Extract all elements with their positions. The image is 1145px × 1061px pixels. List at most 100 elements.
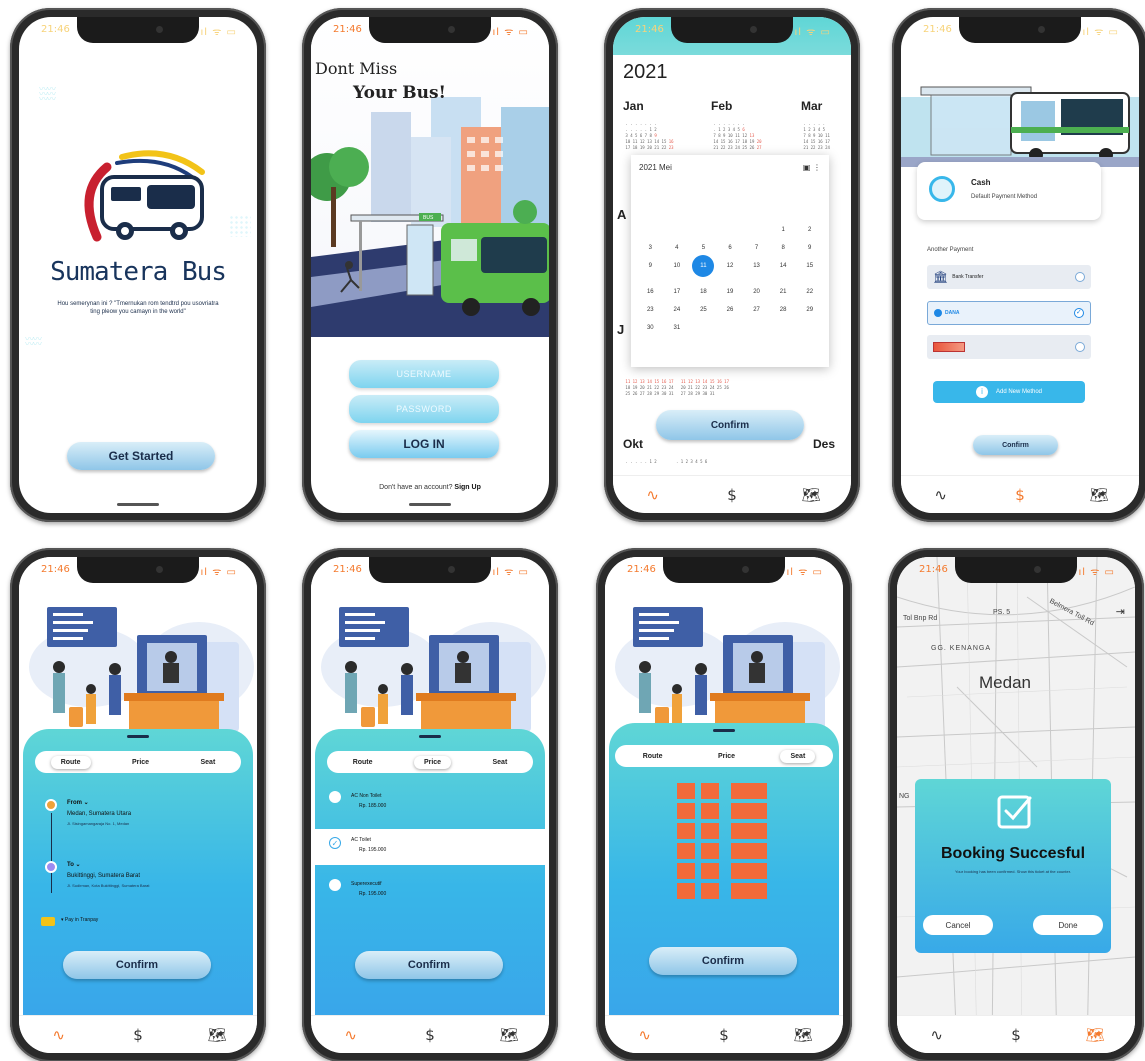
drag-handle[interactable] [713,729,735,732]
date-cell[interactable]: 25 [690,307,717,313]
month-mar[interactable]: Mar [801,99,822,113]
date-cell[interactable]: 7 [743,245,770,251]
map-icon[interactable]: 🗺 [1084,486,1114,504]
check-icon[interactable]: ✓ [329,837,341,849]
month-feb[interactable]: Feb [711,99,732,113]
done-button[interactable]: Done [1033,915,1103,935]
date-cell[interactable]: 21 [770,289,797,295]
tab-price[interactable]: Price [708,750,745,763]
dollar-icon[interactable]: $ [123,1026,153,1044]
activity-icon[interactable]: ∿ [638,486,668,504]
seat[interactable] [731,803,749,819]
month-des[interactable]: Des [813,437,835,451]
map-icon[interactable]: 🗺 [1080,1026,1110,1044]
seat[interactable] [731,783,749,799]
tab-seat[interactable]: Seat [780,750,815,763]
seat[interactable] [701,843,719,859]
dollar-icon[interactable]: $ [1001,1026,1031,1044]
date-cell[interactable]: 23 [637,307,664,313]
seat[interactable] [749,823,767,839]
seat[interactable] [749,843,767,859]
month-jan[interactable]: Jan [623,99,644,113]
date-cell[interactable]: 26 [717,307,744,313]
price-option-2[interactable]: ✓ AC Toilet Rp. 195.000 [311,829,549,865]
map-icon[interactable]: 🗺 [788,1026,818,1044]
date-cell[interactable]: 16 [637,289,664,295]
default-payment-card[interactable]: Cash Default Payment Method [917,162,1101,220]
map-icon[interactable]: 🗺 [202,1026,232,1044]
seat[interactable] [701,823,719,839]
confirm-button[interactable]: Confirm [649,947,797,975]
tab-seat[interactable]: Seat [482,756,517,769]
date-cell[interactable]: 18 [690,289,717,295]
date-cell[interactable]: 3 [637,245,664,251]
seat[interactable] [677,803,695,819]
seat[interactable] [677,883,695,899]
seat[interactable] [701,883,719,899]
tab-route[interactable]: Route [343,756,383,769]
seat[interactable] [677,843,695,859]
date-cell[interactable]: 15 [796,263,823,277]
date-cell[interactable]: 24 [664,307,691,313]
date-picker-dialog[interactable]: 2021 Mei ▣ ⋮ 1 2 3 4 5 6 7 8 9 9 10 11 12 13 14 15 16 17 1… [631,155,829,367]
activity-icon[interactable]: ∿ [926,486,956,504]
payment-option-bank[interactable]: 🏛 Bank Transfer [927,265,1091,289]
date-cell[interactable]: 27 [743,307,770,313]
confirm-button[interactable]: Confirm [656,410,804,440]
seat[interactable] [677,823,695,839]
radio-dana[interactable]: ✓ [1074,308,1084,318]
radio-card[interactable] [1075,342,1085,352]
date-picker-icons[interactable]: ▣ ⋮ [803,163,821,172]
tab-route[interactable]: Route [51,756,91,769]
seat[interactable] [749,783,767,799]
date-cell[interactable]: 8 [770,245,797,251]
cancel-button[interactable]: Cancel [923,915,993,935]
page-indicator[interactable]: ●●●●● [19,377,257,400]
username-field[interactable] [349,360,499,388]
payment-method-label[interactable]: ▾ Pay in Tranpay [61,917,98,923]
seat[interactable] [749,863,767,879]
date-cell[interactable]: 31 [664,325,691,331]
seat[interactable] [731,883,749,899]
dollar-icon[interactable]: $ [717,486,747,504]
seat[interactable] [749,803,767,819]
activity-icon[interactable]: ∿ [44,1026,74,1044]
payment-option-dana[interactable]: DANA ✓ [927,301,1091,325]
date-cell[interactable]: 13 [743,263,770,277]
to-label[interactable]: To ⌄ [67,861,81,868]
radio-bank[interactable] [1075,272,1085,282]
seat[interactable] [701,863,719,879]
logout-icon[interactable]: ⇥ [1116,605,1125,618]
activity-icon[interactable]: ∿ [630,1026,660,1044]
date-cell[interactable]: 1 [770,227,797,233]
drag-handle[interactable] [419,735,441,738]
dollar-icon[interactable]: $ [415,1026,445,1044]
confirm-button[interactable]: Confirm [355,951,503,979]
drag-handle[interactable] [127,735,149,738]
activity-icon[interactable]: ∿ [336,1026,366,1044]
dollar-icon[interactable]: $ [709,1026,739,1044]
seat[interactable] [701,783,719,799]
date-cell[interactable]: 11 [692,255,715,277]
date-cell[interactable]: 20 [743,289,770,295]
confirm-button[interactable]: Confirm [63,951,211,979]
login-button[interactable]: LOG IN [349,430,499,458]
seat[interactable] [731,863,749,879]
dollar-icon[interactable]: $ [1005,486,1035,504]
add-method-button[interactable]: i Add New Method [933,381,1085,403]
payment-option-card[interactable] [927,335,1091,359]
date-cell[interactable]: 14 [770,263,797,277]
seat[interactable] [701,803,719,819]
password-field[interactable] [349,395,499,423]
date-cell[interactable]: 17 [664,289,691,295]
radio-price-1[interactable] [329,791,341,803]
date-cell[interactable]: 5 [690,245,717,251]
date-cell[interactable]: 29 [796,307,823,313]
radio-price-3[interactable] [329,879,341,891]
seat[interactable] [749,883,767,899]
get-started-button[interactable]: Get Started [67,442,215,470]
map-icon[interactable]: 🗺 [494,1026,524,1044]
date-cell[interactable]: 6 [717,245,744,251]
date-cell[interactable]: 2 [796,227,823,233]
date-cell[interactable]: 22 [796,289,823,295]
